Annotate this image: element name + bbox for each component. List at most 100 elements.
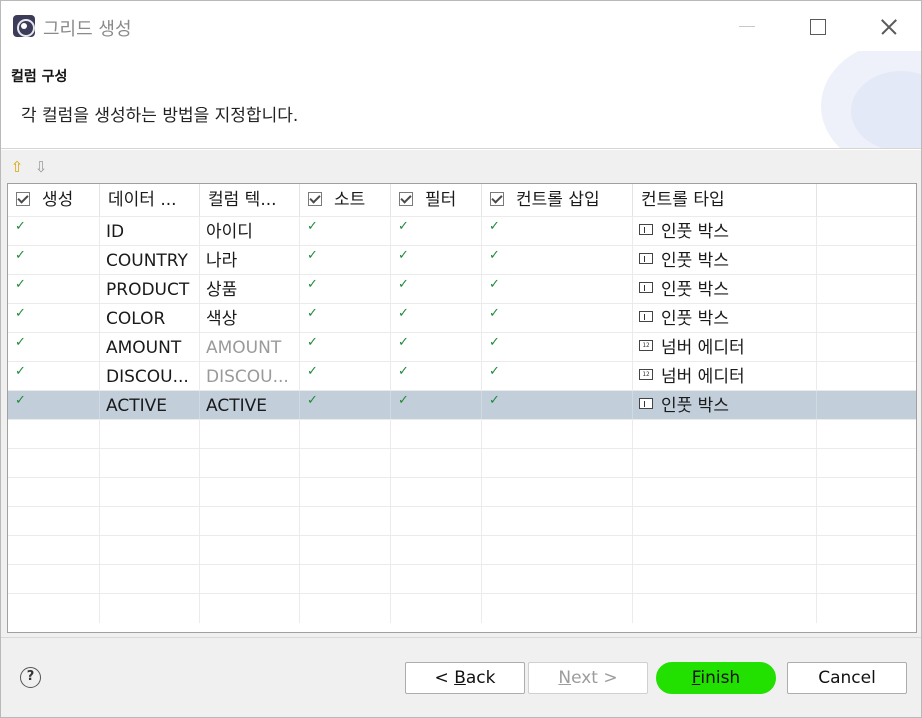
column-header-data-field[interactable]: 데이터 ...	[100, 184, 200, 216]
arrow-down-icon[interactable]: ⇩	[33, 158, 49, 176]
header-checkbox-filter[interactable]	[399, 191, 413, 206]
cell-sort[interactable]: ✓	[300, 217, 391, 246]
cell-data-field[interactable]: DISCOU...	[100, 362, 200, 391]
control-type-label: 인풋 박스	[661, 251, 729, 271]
cell-control-insert[interactable]: ✓	[482, 391, 633, 420]
cell-control-insert[interactable]: ✓	[482, 362, 633, 391]
table-row[interactable]: ✓ COUNTRY 나라 ✓ ✓ ✓ 인풋 박스	[8, 245, 916, 275]
cell-control-type[interactable]: 12 넘버 에디터	[633, 333, 817, 362]
cell-control-type[interactable]: 인풋 박스	[633, 275, 817, 304]
cell-create[interactable]: ✓	[8, 246, 100, 275]
wizard-footer: ? < Back Next > Finish Cancel	[1, 637, 921, 717]
cell-control-insert[interactable]: ✓	[482, 217, 633, 246]
cell-data-field[interactable]: ACTIVE	[100, 391, 200, 420]
check-icon: ✓	[398, 219, 409, 234]
cell-filter[interactable]: ✓	[391, 275, 482, 304]
check-icon: ✓	[398, 306, 409, 321]
wizard-header: 컬럼 구성 각 컬럼을 생성하는 방법을 지정합니다.	[1, 51, 921, 149]
cell-control-type[interactable]: 인풋 박스	[633, 304, 817, 333]
data-field-label: ACTIVE	[106, 396, 167, 416]
cell-column-text[interactable]: AMOUNT	[200, 333, 300, 362]
cell-create[interactable]: ✓	[8, 217, 100, 246]
cell-filter[interactable]: ✓	[391, 304, 482, 333]
table-row[interactable]: ✓ ID 아이디 ✓ ✓ ✓ 인풋 박스	[8, 216, 916, 246]
cell-data-field[interactable]: COLOR	[100, 304, 200, 333]
cancel-button[interactable]: Cancel	[787, 662, 907, 694]
cell-data-field[interactable]: PRODUCT	[100, 275, 200, 304]
column-header-control-type[interactable]: 컨트롤 타입	[633, 184, 817, 216]
cell-control-insert[interactable]: ✓	[482, 246, 633, 275]
cell-filter[interactable]: ✓	[391, 333, 482, 362]
check-icon: ✓	[307, 219, 318, 234]
cell-control-type[interactable]: 인풋 박스	[633, 217, 817, 246]
arrow-up-icon[interactable]: ⇧	[9, 158, 25, 176]
cell-column-text[interactable]: 나라	[200, 246, 300, 275]
cell-data-field[interactable]: ID	[100, 217, 200, 246]
cell-control-insert[interactable]: ✓	[482, 304, 633, 333]
cell-column-text[interactable]: ACTIVE	[200, 391, 300, 420]
cell-filter[interactable]: ✓	[391, 246, 482, 275]
maximize-button[interactable]	[797, 11, 837, 41]
cell-create[interactable]: ✓	[8, 304, 100, 333]
cell-data-field[interactable]: COUNTRY	[100, 246, 200, 275]
cell-sort[interactable]: ✓	[300, 333, 391, 362]
header-checkbox-control-insert[interactable]	[490, 191, 504, 206]
cell-filter	[391, 478, 482, 507]
cell-control-type[interactable]: 인풋 박스	[633, 391, 817, 420]
table-row[interactable]: ✓ ACTIVE ACTIVE ✓ ✓ ✓ 인풋 박스	[8, 390, 916, 420]
table-row[interactable]: ✓ AMOUNT AMOUNT ✓ ✓ ✓ 12 넘버 에디터	[8, 332, 916, 362]
table-row[interactable]: ✓ DISCOU... DISCOU... ✓ ✓ ✓ 12 넘버 에디터	[8, 361, 916, 391]
minimize-button[interactable]	[727, 11, 767, 41]
cell-sort[interactable]: ✓	[300, 304, 391, 333]
cell-create[interactable]: ✓	[8, 275, 100, 304]
cell-control-type	[633, 478, 817, 507]
cell-column-text[interactable]: 상품	[200, 275, 300, 304]
cell-sort[interactable]: ✓	[300, 275, 391, 304]
cell-data-field[interactable]: AMOUNT	[100, 333, 200, 362]
cell-filter[interactable]: ✓	[391, 362, 482, 391]
cell-filter	[391, 507, 482, 536]
wizard-body: ⇧ ⇩ 생성 데이터 ... 컬럼 텍... 소트 필터 컨트롤 삽입 컨트롤 타입 ✓ ID…	[1, 150, 921, 637]
check-icon: ✓	[15, 335, 26, 350]
cell-filter[interactable]: ✓	[391, 391, 482, 420]
next-mnemonic: N	[558, 668, 572, 688]
cell-column-text[interactable]: DISCOU...	[200, 362, 300, 391]
cell-sort	[300, 420, 391, 449]
table-row[interactable]: ✓ COLOR 색상 ✓ ✓ ✓ 인풋 박스	[8, 303, 916, 333]
cell-column-text[interactable]: 아이디	[200, 217, 300, 246]
cell-control-insert[interactable]: ✓	[482, 275, 633, 304]
next-button[interactable]: Next >	[528, 662, 648, 694]
cell-control-type[interactable]: 12 넘버 에디터	[633, 362, 817, 391]
cell-column-text	[200, 594, 300, 623]
table-row[interactable]: ✓ PRODUCT 상품 ✓ ✓ ✓ 인풋 박스	[8, 274, 916, 304]
cell-sort[interactable]: ✓	[300, 246, 391, 275]
cell-control-insert	[482, 536, 633, 565]
cell-create[interactable]: ✓	[8, 362, 100, 391]
cell-create	[8, 594, 100, 623]
empty-row	[8, 535, 916, 565]
cell-create[interactable]: ✓	[8, 391, 100, 420]
cell-control-insert[interactable]: ✓	[482, 333, 633, 362]
column-header-create[interactable]: 생성	[8, 184, 100, 216]
cell-create	[8, 565, 100, 594]
cell-sort[interactable]: ✓	[300, 391, 391, 420]
empty-row	[8, 564, 916, 594]
cell-control-type[interactable]: 인풋 박스	[633, 246, 817, 275]
cell-create	[8, 420, 100, 449]
back-label-rest: ack	[465, 668, 496, 688]
cell-create[interactable]: ✓	[8, 333, 100, 362]
cell-sort[interactable]: ✓	[300, 362, 391, 391]
check-icon: ✓	[307, 335, 318, 350]
back-button[interactable]: < Back	[405, 662, 525, 694]
column-header-control-insert[interactable]: 컨트롤 삽입	[482, 184, 633, 216]
cell-column-text[interactable]: 색상	[200, 304, 300, 333]
header-checkbox-create[interactable]	[16, 191, 30, 206]
close-button[interactable]	[867, 11, 907, 41]
column-header-filter[interactable]: 필터	[391, 184, 482, 216]
help-icon[interactable]: ?	[20, 667, 41, 688]
finish-button[interactable]: Finish	[656, 662, 776, 694]
cell-filter[interactable]: ✓	[391, 217, 482, 246]
column-header-column-text[interactable]: 컬럼 텍...	[200, 184, 300, 216]
header-checkbox-sort[interactable]	[308, 191, 322, 206]
column-header-sort[interactable]: 소트	[300, 184, 391, 216]
